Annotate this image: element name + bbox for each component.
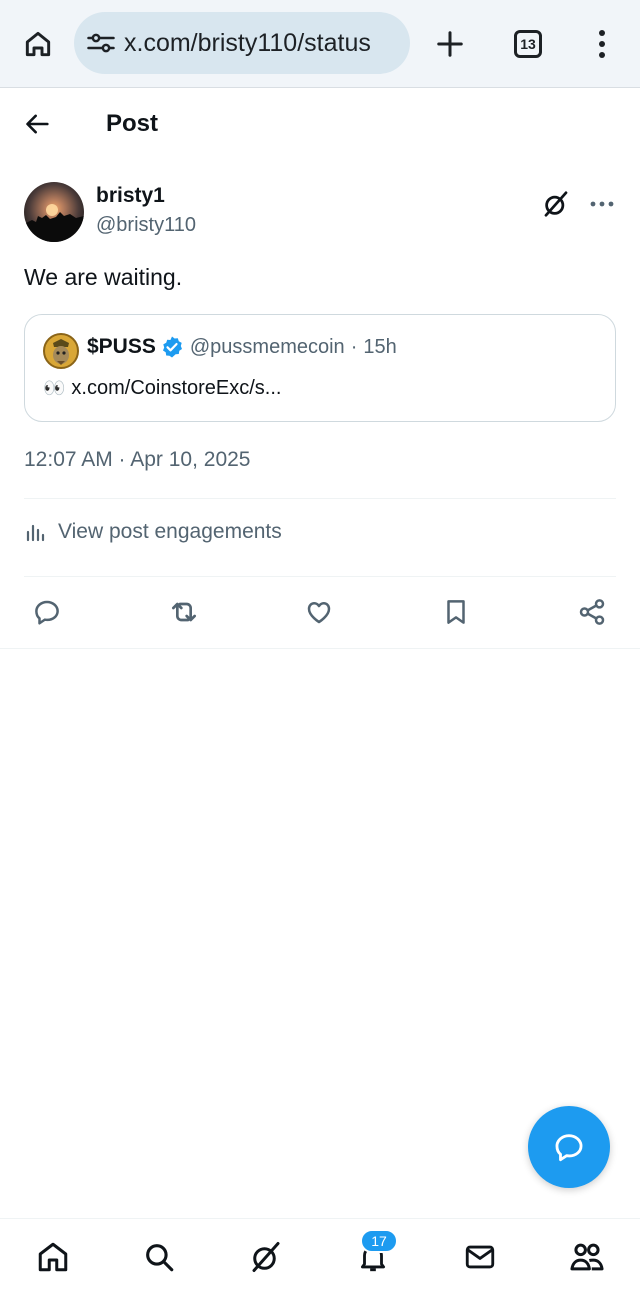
tab-switcher-button[interactable]: 13 [506, 22, 550, 66]
back-button[interactable] [16, 104, 60, 144]
communities-icon [570, 1243, 604, 1271]
separator-dot: · [350, 335, 358, 358]
nav-communities[interactable] [565, 1237, 609, 1277]
page-title: Post [106, 110, 159, 137]
reply-fab[interactable] [528, 1106, 610, 1188]
quoted-post-card[interactable]: $PUSS @pussmemecoin · 15h 👀 x.com/Coinst… [24, 314, 616, 422]
home-icon [38, 1242, 68, 1272]
avatar[interactable] [24, 182, 84, 242]
bookmark-button[interactable] [434, 592, 478, 632]
nav-messages[interactable] [458, 1237, 502, 1277]
repost-icon [172, 602, 196, 622]
post-text: We are waiting. [24, 264, 183, 290]
plus-icon [437, 31, 463, 57]
quoted-author-name: $PUSS [87, 335, 156, 358]
grok-icon [544, 191, 568, 217]
quoted-link[interactable]: x.com/CoinstoreExc/s... [71, 377, 281, 400]
analytics-icon [26, 524, 45, 542]
avatar-image [24, 204, 84, 242]
address-bar[interactable]: x.com/bristy110/status [74, 12, 410, 74]
quoted-author-handle: @pussmemecoin [189, 335, 345, 358]
kebab-menu-icon [599, 30, 605, 58]
tabs-icon: 13 [514, 30, 542, 58]
quoted-header: $PUSS @pussmemecoin · 15h [87, 335, 397, 359]
compose-reply-icon [555, 1134, 583, 1162]
nav-search[interactable] [137, 1237, 181, 1277]
grok-icon [252, 1242, 280, 1272]
quoted-time: 15h [363, 335, 397, 358]
post-header: Post [0, 90, 640, 158]
divider [0, 648, 640, 649]
author-handle[interactable]: @bristy110 [96, 214, 196, 237]
reply-button[interactable] [25, 592, 69, 632]
browser-menu-button[interactable] [582, 22, 622, 66]
quoted-body: 👀 x.com/CoinstoreExc/s... [43, 377, 281, 400]
verified-badge-icon [162, 336, 182, 358]
divider [24, 498, 616, 499]
bottom-navigation: 17 [0, 1218, 640, 1295]
reply-icon [35, 600, 59, 625]
share-icon [579, 599, 605, 625]
more-options-button[interactable] [584, 186, 620, 222]
arrow-left-icon [26, 114, 49, 134]
grok-button[interactable] [538, 186, 574, 222]
divider [24, 576, 616, 577]
share-button[interactable] [570, 592, 614, 632]
home-icon [25, 31, 51, 57]
bookmark-icon [447, 600, 465, 624]
quoted-avatar [43, 333, 79, 369]
engagements-label: View post engagements [58, 520, 282, 543]
eyes-emoji: 👀 [43, 378, 66, 398]
cat-avatar-image [53, 339, 69, 365]
browser-home-button[interactable] [16, 22, 60, 66]
like-button[interactable] [297, 592, 341, 632]
mail-icon [465, 1245, 495, 1269]
notification-badge: 17 [360, 1229, 398, 1253]
search-icon [146, 1244, 174, 1272]
tune-icon[interactable] [86, 28, 116, 58]
url-text: x.com/bristy110/status [124, 28, 371, 57]
tab-count: 13 [520, 36, 536, 52]
like-icon [307, 602, 331, 624]
post-timestamp[interactable]: 12:07 AM · Apr 10, 2025 [24, 448, 251, 472]
view-engagements-link[interactable]: View post engagements [24, 520, 282, 544]
author-name[interactable]: bristy1 [96, 184, 165, 208]
browser-toolbar: x.com/bristy110/status 13 [0, 0, 640, 88]
nav-home[interactable] [31, 1237, 75, 1277]
new-tab-button[interactable] [428, 22, 472, 66]
nav-grok[interactable] [244, 1237, 288, 1277]
repost-button[interactable] [162, 592, 206, 632]
more-horizontal-icon [590, 201, 614, 207]
